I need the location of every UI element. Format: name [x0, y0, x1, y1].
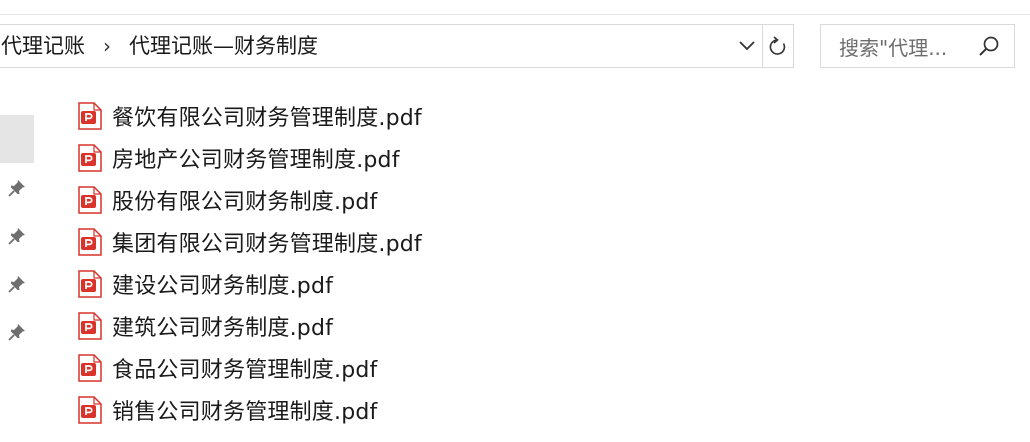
navigation-pane	[0, 70, 40, 442]
file-list: 餐饮有限公司财务管理制度.pdf 房地产公司财务管理制度.pdf 股份有限公司财…	[78, 95, 422, 431]
list-item[interactable]: 建设公司财务制度.pdf	[78, 263, 422, 305]
list-item[interactable]: 餐饮有限公司财务管理制度.pdf	[78, 95, 422, 137]
nav-selected-item[interactable]	[0, 115, 34, 163]
pdf-file-icon	[78, 312, 102, 340]
file-name[interactable]: 建筑公司财务制度.pdf	[112, 310, 333, 342]
list-item[interactable]: 集团有限公司财务管理制度.pdf	[78, 221, 422, 263]
refresh-icon	[769, 36, 786, 55]
window-top-edge	[0, 0, 1030, 15]
file-name[interactable]: 销售公司财务管理制度.pdf	[112, 394, 377, 426]
pdf-file-icon	[78, 102, 102, 130]
search-icon[interactable]	[978, 35, 1000, 57]
list-item[interactable]: 股份有限公司财务制度.pdf	[78, 179, 422, 221]
pin-icon[interactable]	[7, 322, 27, 342]
file-name[interactable]: 股份有限公司财务制度.pdf	[112, 184, 377, 216]
list-item[interactable]: 建筑公司财务制度.pdf	[78, 305, 422, 347]
file-name[interactable]: 建设公司财务制度.pdf	[112, 268, 333, 300]
history-dropdown-button[interactable]	[732, 25, 762, 67]
file-name[interactable]: 餐饮有限公司财务管理制度.pdf	[112, 100, 422, 132]
pin-icon[interactable]	[7, 226, 27, 246]
pdf-file-icon	[78, 228, 102, 256]
file-name[interactable]: 房地产公司财务管理制度.pdf	[112, 142, 400, 174]
address-bar-controls	[732, 25, 793, 67]
file-name[interactable]: 食品公司财务管理制度.pdf	[112, 352, 377, 384]
refresh-button[interactable]	[763, 25, 793, 67]
file-name[interactable]: 集团有限公司财务管理制度.pdf	[112, 226, 422, 258]
list-item[interactable]: 销售公司财务管理制度.pdf	[78, 389, 422, 431]
pdf-file-icon	[78, 396, 102, 424]
pin-icon[interactable]	[7, 178, 27, 198]
pdf-file-icon	[78, 270, 102, 298]
search-box[interactable]: 搜索"代理...	[820, 24, 1015, 68]
breadcrumb-current[interactable]: 代理记账—财务制度	[129, 24, 318, 68]
breadcrumb-separator-icon[interactable]: ›	[103, 24, 111, 68]
list-item[interactable]: 房地产公司财务管理制度.pdf	[78, 137, 422, 179]
pdf-file-icon	[78, 144, 102, 172]
breadcrumb-root[interactable]: 代理记账	[1, 24, 85, 68]
list-item[interactable]: 食品公司财务管理制度.pdf	[78, 347, 422, 389]
search-input[interactable]: 搜索"代理...	[839, 32, 969, 61]
chevron-down-icon	[739, 41, 755, 51]
address-bar[interactable]: 代理记账 › 代理记账—财务制度	[0, 24, 794, 68]
pin-icon[interactable]	[7, 274, 27, 294]
pdf-file-icon	[78, 186, 102, 214]
pdf-file-icon	[78, 354, 102, 382]
